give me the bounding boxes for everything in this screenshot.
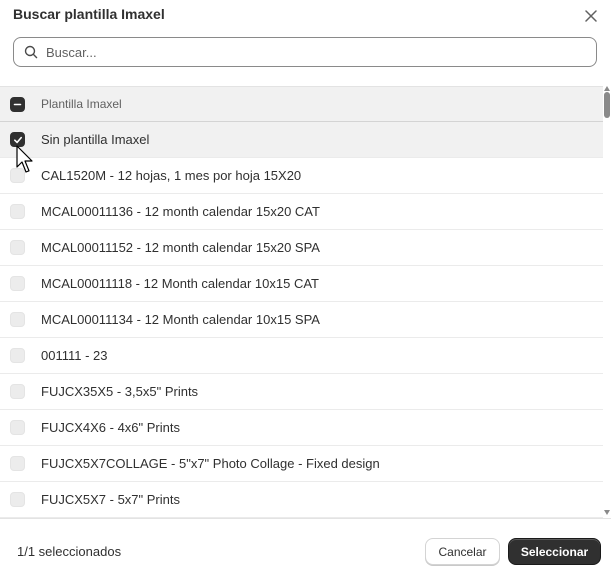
row-checkbox[interactable] xyxy=(10,204,25,219)
selection-count: 1/1 seleccionados xyxy=(17,544,122,559)
table-row[interactable]: FUJCX4X6 - 4x6" Prints xyxy=(0,410,603,446)
table-row[interactable]: CAL1520M - 12 hojas, 1 mes por hoja 15X2… xyxy=(0,158,603,194)
close-icon xyxy=(585,10,597,22)
template-table: Plantilla Imaxel Sin plantilla Imaxel CAL… xyxy=(0,86,603,518)
row-checkbox[interactable] xyxy=(10,312,25,327)
table-row[interactable]: MCAL00011136 - 12 month calendar 15x20 C… xyxy=(0,194,603,230)
row-label: FUJCX35X5 - 3,5x5" Prints xyxy=(41,384,199,399)
table-body: Sin plantilla Imaxel CAL1520M - 12 hojas,… xyxy=(0,122,603,518)
column-header-label: Plantilla Imaxel xyxy=(41,97,122,111)
row-label: MCAL00011152 - 12 month calendar 15x20 S… xyxy=(41,240,320,255)
table-row[interactable]: FUJCX5X7 - 5x7" Prints xyxy=(0,482,603,518)
row-label: CAL1520M - 12 hojas, 1 mes por hoja 15X2… xyxy=(41,168,302,183)
cancel-button[interactable]: Cancelar xyxy=(425,538,500,565)
scrollbar-thumb[interactable] xyxy=(604,92,610,118)
row-label: MCAL00011136 - 12 month calendar 15x20 C… xyxy=(41,204,320,219)
minus-icon xyxy=(13,103,22,105)
row-checkbox[interactable] xyxy=(10,384,25,399)
row-checkbox[interactable] xyxy=(10,132,25,147)
row-checkbox[interactable] xyxy=(10,240,25,255)
select-button[interactable]: Seleccionar xyxy=(508,538,601,565)
dialog-footer: 1/1 seleccionados Cancelar Seleccionar xyxy=(0,518,611,571)
row-label: Sin plantilla Imaxel xyxy=(41,132,150,147)
row-checkbox[interactable] xyxy=(10,492,25,507)
table-header: Plantilla Imaxel xyxy=(0,86,603,122)
row-label: MCAL00011118 - 12 Month calendar 10x15 C… xyxy=(41,276,319,291)
row-label: FUJCX5X7 - 5x7" Prints xyxy=(41,492,180,507)
template-search-dialog: Buscar plantilla Imaxel Plantilla Imaxel… xyxy=(0,0,611,571)
row-checkbox[interactable] xyxy=(10,168,25,183)
search-field[interactable] xyxy=(13,37,597,67)
row-label: FUJCX4X6 - 4x6" Prints xyxy=(41,420,180,435)
row-checkbox[interactable] xyxy=(10,420,25,435)
row-label: 001111 - 23 xyxy=(41,348,108,363)
search-icon xyxy=(24,44,40,60)
select-all-checkbox[interactable] xyxy=(10,96,25,112)
row-label: MCAL00011134 - 12 Month calendar 10x15 S… xyxy=(41,312,320,327)
close-button[interactable] xyxy=(580,5,602,27)
table-row[interactable]: FUJCX5X7COLLAGE - 5"x7" Photo Collage - … xyxy=(0,446,603,482)
table-row[interactable]: 001111 - 23 xyxy=(0,338,603,374)
table-row[interactable]: FUJCX35X5 - 3,5x5" Prints xyxy=(0,374,603,410)
dialog-header: Buscar plantilla Imaxel xyxy=(0,0,611,32)
row-checkbox[interactable] xyxy=(10,456,25,471)
dialog-title: Buscar plantilla Imaxel xyxy=(13,6,165,22)
row-checkbox[interactable] xyxy=(10,348,25,363)
table-row[interactable]: MCAL00011134 - 12 Month calendar 10x15 S… xyxy=(0,302,603,338)
table-row[interactable]: Sin plantilla Imaxel xyxy=(0,122,603,158)
checkmark-icon xyxy=(13,136,22,143)
row-label: FUJCX5X7COLLAGE - 5"x7" Photo Collage - … xyxy=(41,456,380,471)
scrollbar[interactable] xyxy=(603,86,611,518)
table-row[interactable]: MCAL00011152 - 12 month calendar 15x20 S… xyxy=(0,230,603,266)
search-input[interactable] xyxy=(46,44,596,60)
row-checkbox[interactable] xyxy=(10,276,25,291)
scroll-up-icon[interactable] xyxy=(604,86,610,91)
scroll-down-icon[interactable] xyxy=(604,510,610,515)
table-row[interactable]: MCAL00011118 - 12 Month calendar 10x15 C… xyxy=(0,266,603,302)
